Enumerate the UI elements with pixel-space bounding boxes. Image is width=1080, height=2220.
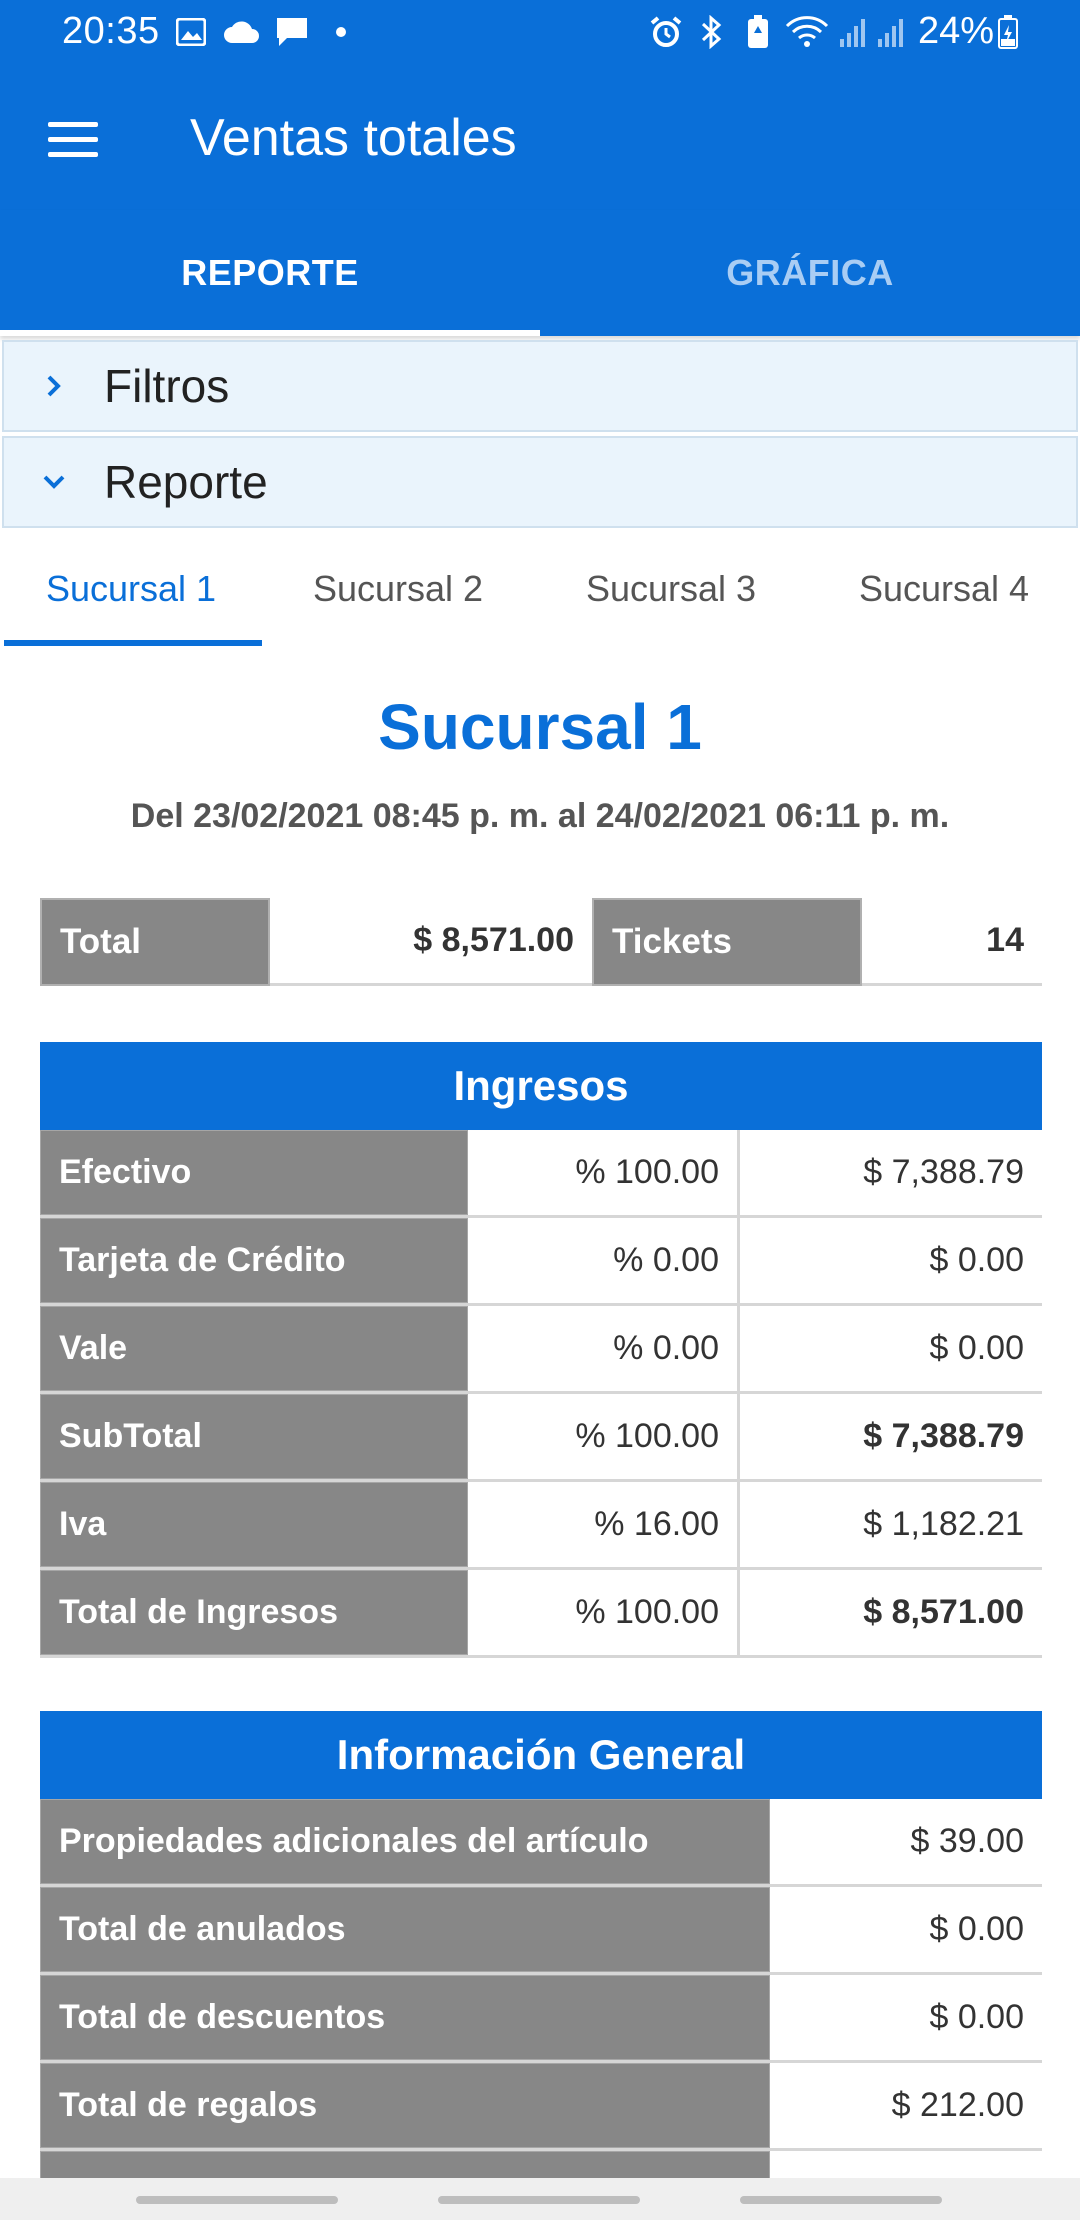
system-nav-bar <box>0 2178 1080 2220</box>
row-amount: $ 0.00 <box>929 1910 1024 1948</box>
table-row: Efectivo % 100.00 $ 7,388.79 <box>40 1130 1042 1218</box>
summary-table: Total $ 8,571.00 Tickets 14 <box>40 898 1042 986</box>
row-percent: % 16.00 <box>468 1482 740 1567</box>
row-amount: $ 8,571.00 <box>863 1593 1024 1631</box>
table-row: Total de regalos $ 212.00 <box>40 2063 1042 2151</box>
menu-icon[interactable] <box>36 106 110 172</box>
income-header: Ingresos <box>40 1042 1042 1130</box>
signal-icon <box>874 14 908 50</box>
row-percent: % 100.00 <box>468 1130 740 1215</box>
general-info-table: Propiedades adicionales del artículo $ 3… <box>40 1799 1042 2220</box>
report-label: Reporte <box>104 456 268 508</box>
date-range: Del 23/02/2021 08:45 p. m. al 24/02/2021… <box>130 797 950 835</box>
nav-back-handle[interactable] <box>740 2196 942 2204</box>
row-label: Vale <box>40 1306 468 1391</box>
tab-sucursal-4[interactable]: Sucursal 4 <box>808 530 1080 648</box>
tickets-label: Tickets <box>592 898 862 986</box>
row-percent: % 100.00 <box>468 1570 740 1655</box>
row-label: Total de anulados <box>40 1887 770 1972</box>
branch-title: Sucursal 1 <box>378 691 702 763</box>
tab-reporte[interactable]: REPORTE <box>0 210 540 336</box>
row-label: Total de Ingresos <box>40 1570 468 1655</box>
table-row: Vale % 0.00 $ 0.00 <box>40 1306 1042 1394</box>
bluetooth-icon <box>696 14 726 50</box>
wifi-icon <box>784 14 830 50</box>
battery-icon <box>996 14 1020 50</box>
row-label: Tarjeta de Crédito <box>40 1218 468 1303</box>
app-bar: Ventas totales <box>0 66 1080 210</box>
row-percent: % 0.00 <box>468 1306 740 1391</box>
row-amount: $ 212.00 <box>891 2086 1024 2124</box>
income-table: Efectivo % 100.00 $ 7,388.79 Tarjeta de … <box>40 1130 1042 1658</box>
nav-recents-handle[interactable] <box>136 2196 338 2204</box>
total-label: Total <box>40 898 270 986</box>
row-amount: $ 0.00 <box>929 1329 1024 1367</box>
page-title: Ventas totales <box>190 109 517 167</box>
row-percent: % 100.00 <box>468 1394 740 1479</box>
general-info-header: Información General <box>40 1711 1042 1799</box>
row-amount: $ 7,388.79 <box>863 1417 1024 1455</box>
table-row: Total de Ingresos % 100.00 $ 8,571.00 <box>40 1570 1042 1658</box>
row-amount: $ 39.00 <box>910 1822 1024 1860</box>
row-percent: % 0.00 <box>468 1218 740 1303</box>
table-row: Iva % 16.00 $ 1,182.21 <box>40 1482 1042 1570</box>
tab-sucursal-1[interactable]: Sucursal 1 <box>0 530 262 648</box>
row-amount: $ 7,388.79 <box>863 1153 1024 1191</box>
report-accordion[interactable]: Reporte <box>2 436 1078 528</box>
cloud-icon <box>222 14 262 50</box>
table-row: SubTotal % 100.00 $ 7,388.79 <box>40 1394 1042 1482</box>
row-amount: $ 1,182.21 <box>863 1505 1024 1543</box>
battery-saver-icon <box>744 14 772 50</box>
chevron-down-icon <box>4 472 104 492</box>
status-time: 20:35 <box>62 10 160 52</box>
row-label: Iva <box>40 1482 468 1567</box>
tab-grafica[interactable]: GRÁFICA <box>540 210 1080 336</box>
chat-icon <box>274 14 310 50</box>
nav-home-handle[interactable] <box>438 2196 640 2204</box>
branch-tabs: Sucursal 1 Sucursal 2 Sucursal 3 Sucursa… <box>0 530 1080 648</box>
table-row: Total de descuentos $ 0.00 <box>40 1975 1042 2063</box>
row-label: Total de regalos <box>40 2063 770 2148</box>
filters-accordion[interactable]: Filtros <box>2 340 1078 432</box>
dot-icon <box>334 14 348 50</box>
row-amount: $ 0.00 <box>929 1998 1024 2036</box>
total-value: $ 8,571.00 <box>270 898 592 986</box>
status-bar: 20:35 24% <box>0 0 1080 66</box>
row-label: Propiedades adicionales del artículo <box>40 1799 770 1884</box>
table-row: Total de anulados $ 0.00 <box>40 1887 1042 1975</box>
tickets-value: 14 <box>862 898 1042 986</box>
row-label: SubTotal <box>40 1394 468 1479</box>
signal-icon <box>836 14 870 50</box>
row-label: Total de descuentos <box>40 1975 770 2060</box>
image-icon <box>174 14 208 50</box>
table-row: Tarjeta de Crédito % 0.00 $ 0.00 <box>40 1218 1042 1306</box>
table-row: Propiedades adicionales del artículo $ 3… <box>40 1799 1042 1887</box>
alarm-icon <box>648 14 684 50</box>
battery-percent: 24% <box>918 10 995 52</box>
tab-sucursal-2[interactable]: Sucursal 2 <box>262 530 534 648</box>
main-tabs: REPORTE GRÁFICA <box>0 210 1080 336</box>
row-label: Efectivo <box>40 1130 468 1215</box>
chevron-right-icon <box>4 371 104 401</box>
row-amount: $ 0.00 <box>929 1241 1024 1279</box>
filters-label: Filtros <box>104 360 230 412</box>
tab-sucursal-3[interactable]: Sucursal 3 <box>534 530 808 648</box>
